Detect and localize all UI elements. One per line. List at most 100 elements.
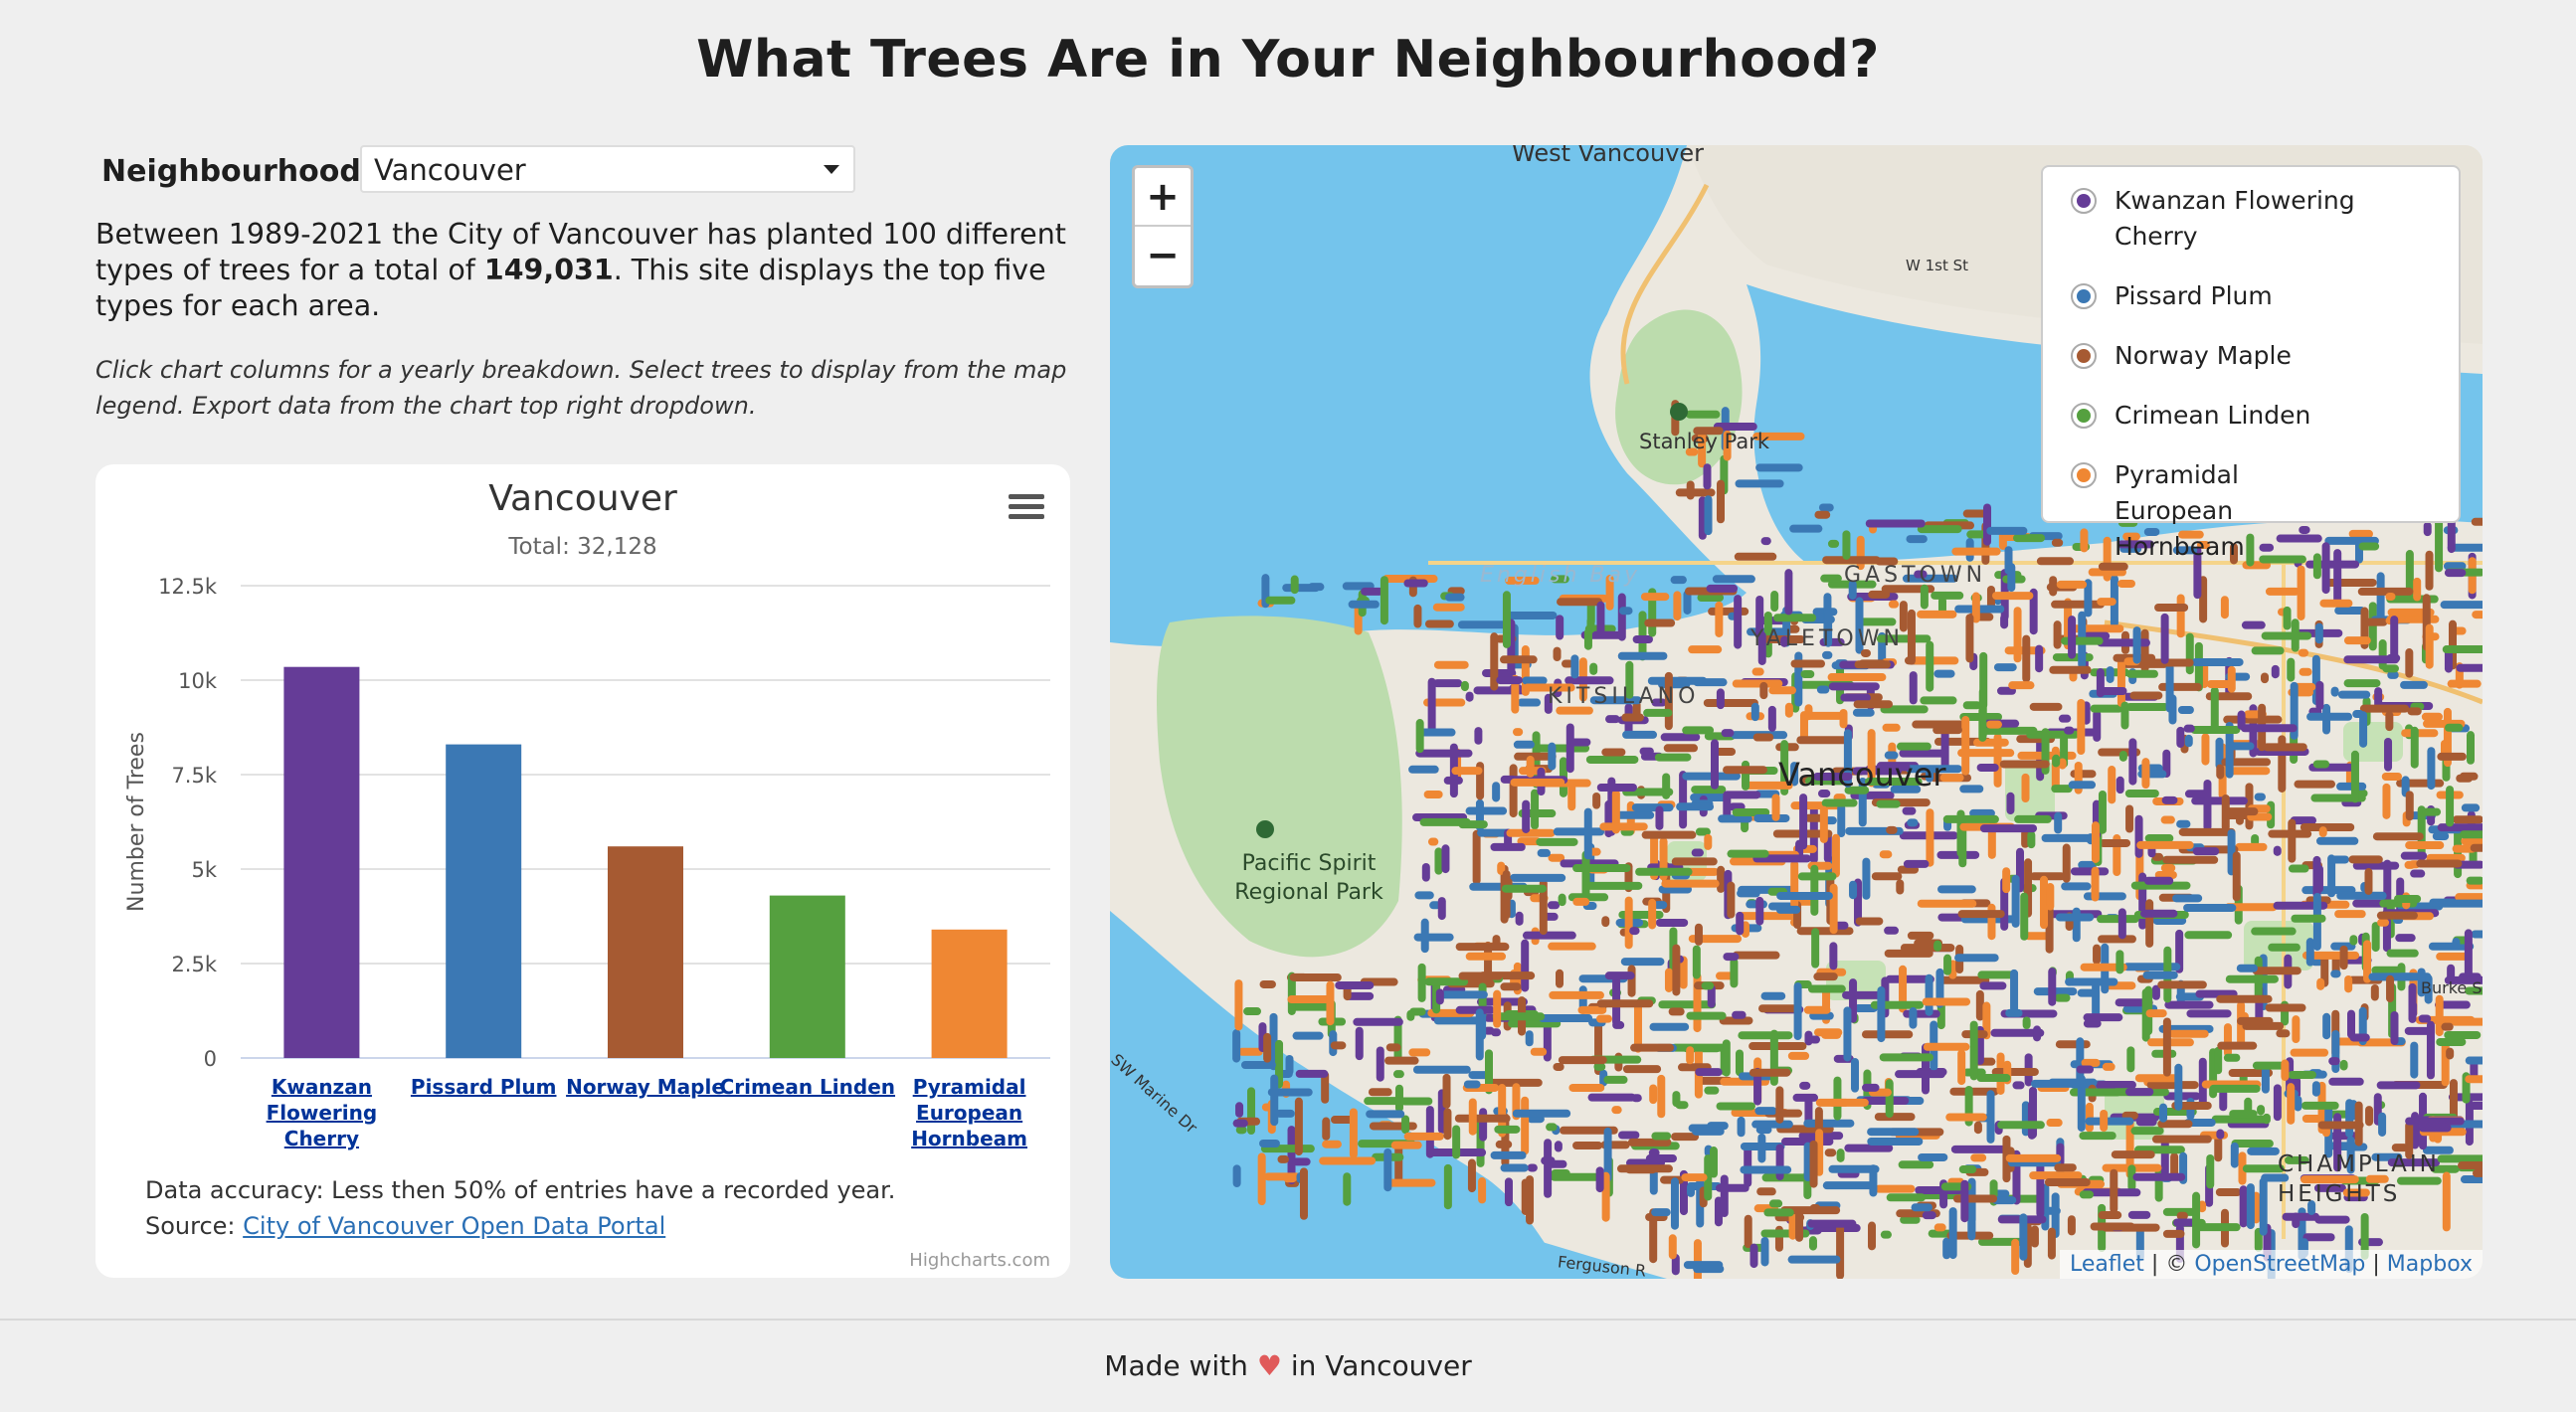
map-tree-cluster	[1509, 764, 1518, 818]
x-category-label[interactable]: Norway Maple	[566, 1075, 725, 1099]
map-tree-cluster	[1415, 749, 1473, 758]
map-tree-cluster	[1985, 720, 2002, 729]
map-tree-cluster	[1820, 574, 1842, 583]
map-tree-cluster	[1510, 778, 1565, 787]
map-tree-cluster	[1585, 755, 1639, 764]
map-tree-cluster	[2106, 666, 2115, 683]
map-tree-cluster	[1814, 510, 1831, 519]
map-tree-cluster	[2251, 927, 2297, 936]
bar[interactable]	[446, 744, 522, 1058]
legend-radio-icon[interactable]	[2071, 283, 2097, 309]
map-tree-cluster	[2035, 644, 2044, 673]
x-category-label[interactable]: Cherry	[284, 1127, 359, 1150]
map-tree-cluster	[2262, 1113, 2271, 1125]
osm-link[interactable]: OpenStreetMap	[2194, 1252, 2365, 1277]
x-category-label[interactable]: Pissard Plum	[411, 1075, 557, 1099]
map-tree-cluster	[1829, 883, 1838, 935]
map-tree-cluster	[1295, 1069, 1329, 1078]
x-category-label[interactable]: Pyramidal	[913, 1075, 1026, 1099]
x-category-label[interactable]: Kwanzan	[272, 1075, 372, 1099]
bar[interactable]	[931, 929, 1008, 1058]
legend-item[interactable]: Kwanzan Flowering Cherry	[2057, 183, 2445, 255]
legend-radio-icon[interactable]	[2071, 403, 2097, 429]
map-tree-cluster	[1526, 1175, 1535, 1225]
tree-map[interactable]: West Vancouver W 1st St Stanley Park Eng…	[1110, 145, 2483, 1279]
map-tree-cluster	[2216, 994, 2273, 1003]
map-tree-cluster	[2447, 679, 2482, 688]
map-tree-cluster	[2229, 1110, 2258, 1119]
chart-export-menu-icon[interactable]	[1009, 494, 1044, 524]
map-tree-cluster	[1413, 933, 1454, 942]
map-tree-cluster	[2314, 1215, 2350, 1224]
bar[interactable]	[283, 666, 360, 1058]
y-tick-label: 0	[204, 1047, 217, 1071]
map-tree-cluster	[1811, 928, 1820, 969]
zoom-in-button[interactable]: +	[1135, 168, 1191, 227]
map-label-gastown: GASTOWN	[1844, 563, 1987, 588]
legend-item[interactable]: Pissard Plum	[2057, 278, 2445, 314]
neighbourhood-select[interactable]: Vancouver	[360, 145, 855, 193]
map-label-yaletown: YALETOWN	[1750, 626, 1904, 651]
map-tree-cluster	[1960, 1179, 1969, 1223]
legend-radio-icon[interactable]	[2071, 343, 2097, 369]
map-tree-cluster	[2281, 1059, 2290, 1082]
map-tree-cluster	[2223, 1023, 2232, 1057]
map-tree-cluster	[1816, 685, 1830, 694]
legend-item[interactable]: Crimean Linden	[2057, 398, 2445, 434]
map-tree-cluster	[2116, 776, 2124, 794]
zoom-out-button[interactable]: −	[1135, 227, 1191, 285]
map-tree-cluster	[1376, 1046, 1384, 1082]
map-tree-cluster	[2368, 602, 2377, 651]
map-tree-cluster	[1567, 783, 1576, 811]
mapbox-link[interactable]: Mapbox	[2387, 1252, 2473, 1277]
map-tree-cluster	[1957, 910, 2005, 919]
map-tree-cluster	[2299, 667, 2312, 676]
map-tree-cluster	[2157, 980, 2207, 989]
bar[interactable]	[608, 846, 683, 1058]
map-tree-cluster	[1655, 918, 1689, 927]
map-tree-cluster	[2134, 1074, 2179, 1083]
x-category-label[interactable]: Crimean Linden	[720, 1075, 895, 1099]
map-tree-cluster	[1624, 896, 1633, 950]
source-link[interactable]: City of Vancouver Open Data Portal	[243, 1212, 665, 1240]
map-tree-cluster	[1767, 705, 1776, 732]
x-category-label[interactable]: Flowering	[267, 1101, 378, 1125]
map-tree-cluster	[1572, 897, 1590, 906]
legend-item[interactable]: Pyramidal European Hornbeam	[2057, 457, 2445, 565]
map-tree-cluster	[1553, 827, 1605, 836]
map-tree-cluster	[2036, 1159, 2045, 1218]
map-tree-cluster	[1513, 740, 1535, 749]
map-label-pacific-spirit: Pacific Spirit Regional Park	[1234, 851, 1383, 905]
map-tree-cluster	[2072, 907, 2081, 943]
map-tree-cluster	[1717, 865, 1726, 893]
highcharts-credits[interactable]: Highcharts.com	[909, 1250, 1050, 1271]
map-tree-cluster	[1917, 610, 1957, 618]
legend-item[interactable]: Norway Maple	[2057, 338, 2445, 374]
map-tree-cluster	[1839, 708, 1848, 729]
map-tree-cluster	[2314, 622, 2323, 644]
map-tree-cluster	[2192, 847, 2220, 856]
map-tree-cluster	[2470, 843, 2483, 852]
footer-after: in Vancouver	[1281, 1349, 1472, 1382]
x-category-label[interactable]: Hornbeam	[911, 1127, 1027, 1150]
map-tree-cluster	[1283, 1174, 1297, 1183]
map-tree-cluster	[2290, 1048, 2329, 1057]
map-tree-cluster	[1997, 1121, 2045, 1130]
bar[interactable]	[769, 895, 845, 1058]
map-tree-cluster	[2452, 938, 2461, 950]
attribution-separator-2: |	[2365, 1252, 2387, 1277]
map-tree-cluster	[1521, 939, 1530, 992]
map-tree-cluster	[1596, 783, 1637, 792]
x-category-label[interactable]: European	[916, 1101, 1022, 1125]
map-tree-cluster	[1730, 958, 1739, 988]
map-tree-cluster	[2151, 1135, 2212, 1144]
legend-radio-icon[interactable]	[2071, 188, 2097, 214]
map-tree-cluster	[1912, 656, 1959, 665]
legend-radio-icon[interactable]	[2071, 462, 2097, 488]
map-tree-cluster	[1712, 575, 1755, 584]
leaflet-link[interactable]: Leaflet	[2070, 1252, 2144, 1277]
bar-chart[interactable]: Vancouver Total: 32,128 0 2.5k 5k 7.5k 10k 12.5…	[95, 464, 1070, 1278]
map-tree-cluster	[1810, 864, 1819, 916]
map-tree-cluster	[2021, 773, 2030, 803]
map-tree-cluster	[2437, 752, 2467, 761]
